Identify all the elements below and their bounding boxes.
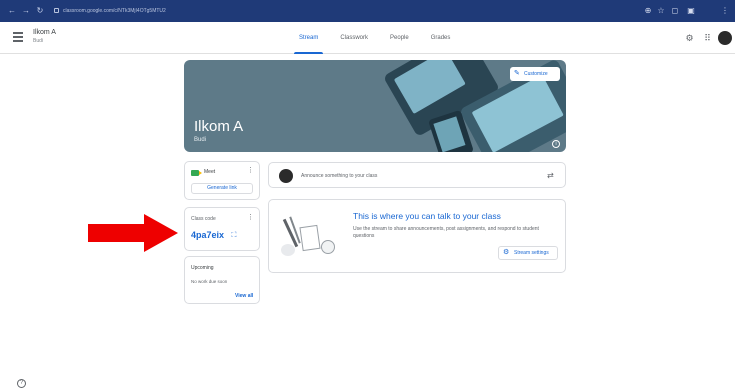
tab-people[interactable]: People [379, 22, 420, 54]
stream-illustration [281, 214, 339, 258]
class-code-value: 4pa7eix [191, 230, 225, 240]
repost-icon[interactable]: ⇄ [547, 171, 554, 180]
class-tabs: Stream Classwork People Grades [288, 22, 461, 54]
apps-icon[interactable]: ⠿ [702, 33, 713, 44]
customize-button[interactable]: ✎ Customize [510, 67, 560, 81]
tab-stream[interactable]: Stream [288, 22, 329, 54]
forward-icon[interactable]: → [20, 5, 32, 17]
extension-icon[interactable]: ◻ [670, 6, 680, 16]
upcoming-card: Upcoming No work due soon View all [184, 256, 260, 304]
help-icon[interactable]: ? [17, 379, 26, 388]
upcoming-text: No work due soon [191, 279, 228, 284]
app-header: Ilkom A Budi Stream Classwork People Gra… [0, 22, 735, 54]
pencil-icon: ✎ [514, 70, 520, 77]
more-options-icon[interactable]: ⋮ [247, 167, 254, 175]
class-section: Budi [33, 38, 44, 44]
banner-subtitle: Budi [194, 137, 207, 143]
fullscreen-icon[interactable]: ⛶ [229, 231, 239, 241]
class-code-label: Class code [191, 216, 216, 222]
reload-icon[interactable]: ↻ [34, 5, 46, 17]
extension-icon[interactable]: ⊕ [643, 6, 653, 16]
gear-icon[interactable]: ⚙ [684, 33, 695, 44]
banner-title: Ilkom A [194, 118, 244, 135]
customize-label: Customize [524, 71, 548, 77]
class-banner: ✎ Customize Ilkom A Budi i [184, 60, 566, 152]
announce-box[interactable]: Announce something to your class ⇄ [268, 162, 566, 188]
stream-settings-button[interactable]: ⚙ Stream settings [498, 246, 558, 260]
gear-icon: ⚙ [503, 249, 510, 256]
url-text: classroom.google.com/c/NTk3MjI4OTg5MTU2 [63, 8, 166, 14]
hamburger-menu-icon[interactable] [13, 32, 25, 42]
meet-icon [191, 170, 202, 176]
stream-info-card: This is where you can talk to your class… [268, 199, 566, 273]
bookmark-star-icon[interactable]: ☆ [656, 6, 666, 16]
more-options-icon[interactable]: ⋮ [247, 214, 254, 222]
info-icon[interactable]: i [552, 140, 560, 148]
tab-icon[interactable]: ▣ [686, 6, 696, 16]
meet-label: Meet [204, 169, 216, 175]
stream-info-title: This is where you can talk to your class [353, 211, 501, 221]
avatar[interactable] [718, 31, 732, 45]
avatar [279, 169, 293, 183]
class-name[interactable]: Ilkom A [33, 29, 56, 36]
lock-icon [54, 8, 59, 14]
announce-placeholder: Announce something to your class [301, 173, 378, 179]
browser-toolbar: ← → ↻ classroom.google.com/c/NTk3MjI4OTg… [0, 0, 735, 22]
class-code-card: Class code ⋮ 4pa7eix ⛶ [184, 207, 260, 251]
stream-info-description: Use the stream to share announcements, p… [353, 226, 539, 239]
back-icon[interactable]: ← [6, 5, 18, 17]
tab-classwork[interactable]: Classwork [329, 22, 379, 54]
upcoming-title: Upcoming [191, 265, 214, 271]
meet-card: Meet ⋮ Generate link [184, 161, 260, 200]
view-all-link[interactable]: View all [235, 293, 253, 299]
browser-menu-icon[interactable]: ⋮ [720, 6, 730, 16]
address-bar[interactable]: classroom.google.com/c/NTk3MjI4OTg5MTU2 [54, 6, 234, 16]
stream-settings-label: Stream settings [514, 250, 549, 256]
tab-grades[interactable]: Grades [420, 22, 462, 54]
generate-link-button[interactable]: Generate link [191, 183, 253, 194]
red-arrow-annotation [88, 214, 178, 252]
